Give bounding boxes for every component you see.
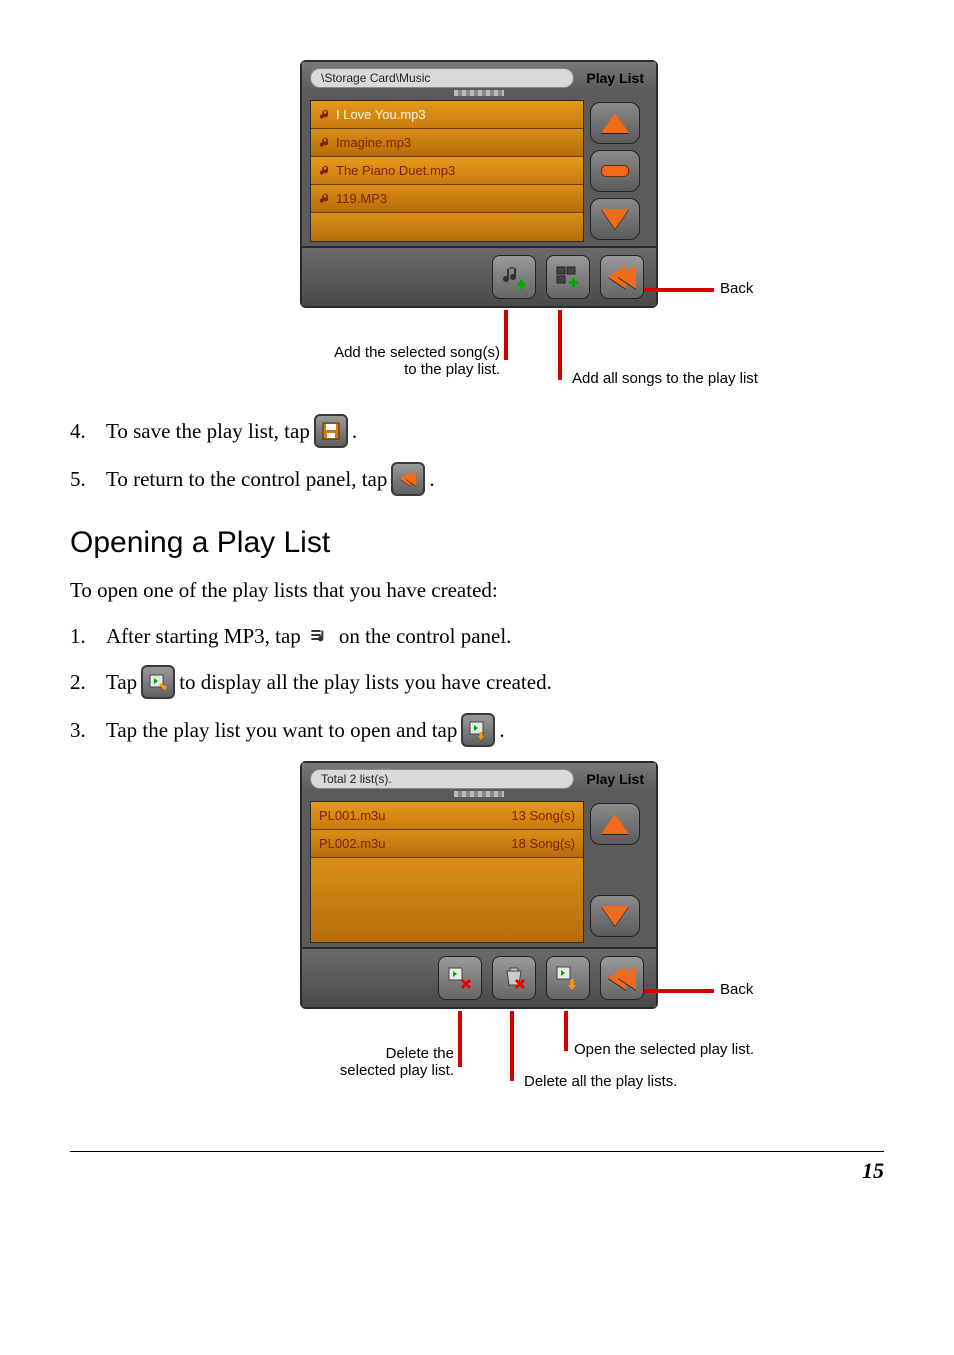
step-number: 2. <box>70 670 106 695</box>
figure-add-songs: \Storage Card\Music Play List I Love You… <box>300 60 884 400</box>
scroll-up-button[interactable] <box>590 803 640 845</box>
callout-add-selected: Add the selected song(s) to the play lis… <box>290 344 500 378</box>
step-number: 5. <box>70 467 106 492</box>
player-toolbar <box>302 947 656 1007</box>
figure-open-playlist: Total 2 list(s). Play List PL001.m3u 13 … <box>280 761 884 1121</box>
screen-title: Play List <box>582 771 648 787</box>
triangle-down-icon <box>601 209 629 229</box>
player-header: Total 2 list(s). Play List <box>302 763 656 791</box>
back-arrow-icon <box>608 265 636 289</box>
open-playlist-button[interactable] <box>546 956 590 1000</box>
open-step-1: 1. After starting MP3, tap on the contro… <box>70 621 884 651</box>
open-step-3: 3. Tap the play list you want to open an… <box>70 713 884 747</box>
triangle-down-icon <box>601 906 629 926</box>
step-text: After starting MP3, tap <box>106 624 301 649</box>
callout-open-selected: Open the selected play list. <box>574 1041 754 1058</box>
section-intro: To open one of the play lists that you h… <box>70 578 884 603</box>
playlist-count: 18 Song(s) <box>511 836 575 851</box>
music-note-icon <box>319 108 332 121</box>
section-heading: Opening a Play List <box>70 526 884 560</box>
grip-icon <box>454 90 504 96</box>
open-step-2: 2. Tap to display all the play lists you… <box>70 665 884 699</box>
song-list[interactable]: I Love You.mp3 Imagine.mp3 The Piano Due… <box>310 100 584 242</box>
playlist-open-icon <box>555 965 581 991</box>
back-button[interactable] <box>600 956 644 1000</box>
scroll-up-button[interactable] <box>590 102 640 144</box>
delete-all-button[interactable] <box>492 956 536 1000</box>
open-folder-icon <box>141 665 175 699</box>
step-number: 1. <box>70 624 106 649</box>
step-text: Tap <box>106 670 137 695</box>
player-toolbar <box>302 246 656 306</box>
music-note-icon <box>319 136 332 149</box>
music-note-icon <box>319 192 332 205</box>
playlist-menu-icon <box>305 621 335 651</box>
list-item[interactable]: 119.MP3 <box>311 185 583 213</box>
step-5: 5. To return to the control panel, tap . <box>70 462 884 496</box>
song-name: I Love You.mp3 <box>336 107 426 122</box>
scroll-buttons <box>588 96 656 246</box>
step-text-end: . <box>429 467 434 492</box>
step-text: To return to the control panel, tap <box>106 467 387 492</box>
step-number: 4. <box>70 419 106 444</box>
music-all-plus-icon <box>555 264 581 290</box>
page-number: 15 <box>70 1158 884 1184</box>
callout-back: Back <box>720 280 753 297</box>
step-4: 4. To save the play list, tap . <box>70 414 884 448</box>
playlist-name: PL001.m3u <box>319 808 386 823</box>
add-selected-button[interactable] <box>492 255 536 299</box>
list-item[interactable]: Imagine.mp3 <box>311 129 583 157</box>
callout-delete-selected: Delete the selected play list. <box>280 1045 454 1079</box>
step-text-end: to display all the play lists you have c… <box>179 670 552 695</box>
delete-selected-button[interactable] <box>438 956 482 1000</box>
playlist-delete-icon <box>447 965 473 991</box>
step-number: 3. <box>70 718 106 743</box>
open-playlist-icon <box>461 713 495 747</box>
trash-delete-icon <box>501 965 527 991</box>
triangle-up-icon <box>601 113 629 133</box>
save-icon <box>314 414 348 448</box>
scroll-down-button[interactable] <box>590 895 640 937</box>
path-field[interactable]: \Storage Card\Music <box>310 68 574 88</box>
playlist-name: PL002.m3u <box>319 836 386 851</box>
scroll-down-button[interactable] <box>590 198 640 240</box>
list-item[interactable]: I Love You.mp3 <box>311 101 583 129</box>
callout-add-all: Add all songs to the play list <box>572 370 758 387</box>
player-header: \Storage Card\Music Play List <box>302 62 656 90</box>
step-text-end: on the control panel. <box>339 624 512 649</box>
status-field: Total 2 list(s). <box>310 769 574 789</box>
footer-rule <box>70 1151 884 1152</box>
callout-back-2: Back <box>720 981 753 998</box>
song-name: 119.MP3 <box>336 191 387 206</box>
back-button[interactable] <box>600 255 644 299</box>
music-note-icon <box>319 164 332 177</box>
song-name: The Piano Duet.mp3 <box>336 163 455 178</box>
player-screenshot-2: Total 2 list(s). Play List PL001.m3u 13 … <box>300 761 658 1009</box>
step-text-end: . <box>499 718 504 743</box>
list-item[interactable]: PL002.m3u 18 Song(s) <box>311 830 583 858</box>
list-item[interactable]: The Piano Duet.mp3 <box>311 157 583 185</box>
grip-icon <box>454 791 504 797</box>
scroll-buttons <box>588 797 656 947</box>
step-text: To save the play list, tap <box>106 419 310 444</box>
step-text-end: . <box>352 419 357 444</box>
back-arrow-icon <box>608 966 636 990</box>
list-item[interactable]: PL001.m3u 13 Song(s) <box>311 802 583 830</box>
remove-button[interactable] <box>590 150 640 192</box>
callout-delete-all: Delete all the play lists. <box>524 1073 677 1090</box>
minus-icon <box>601 165 629 177</box>
playlist-count: 13 Song(s) <box>511 808 575 823</box>
step-text: Tap the play list you want to open and t… <box>106 718 457 743</box>
music-plus-icon <box>501 264 527 290</box>
screen-title: Play List <box>582 70 648 86</box>
add-all-button[interactable] <box>546 255 590 299</box>
playlist-list[interactable]: PL001.m3u 13 Song(s) PL002.m3u 18 Song(s… <box>310 801 584 943</box>
back-icon <box>391 462 425 496</box>
player-screenshot-1: \Storage Card\Music Play List I Love You… <box>300 60 658 308</box>
song-name: Imagine.mp3 <box>336 135 411 150</box>
triangle-up-icon <box>601 814 629 834</box>
